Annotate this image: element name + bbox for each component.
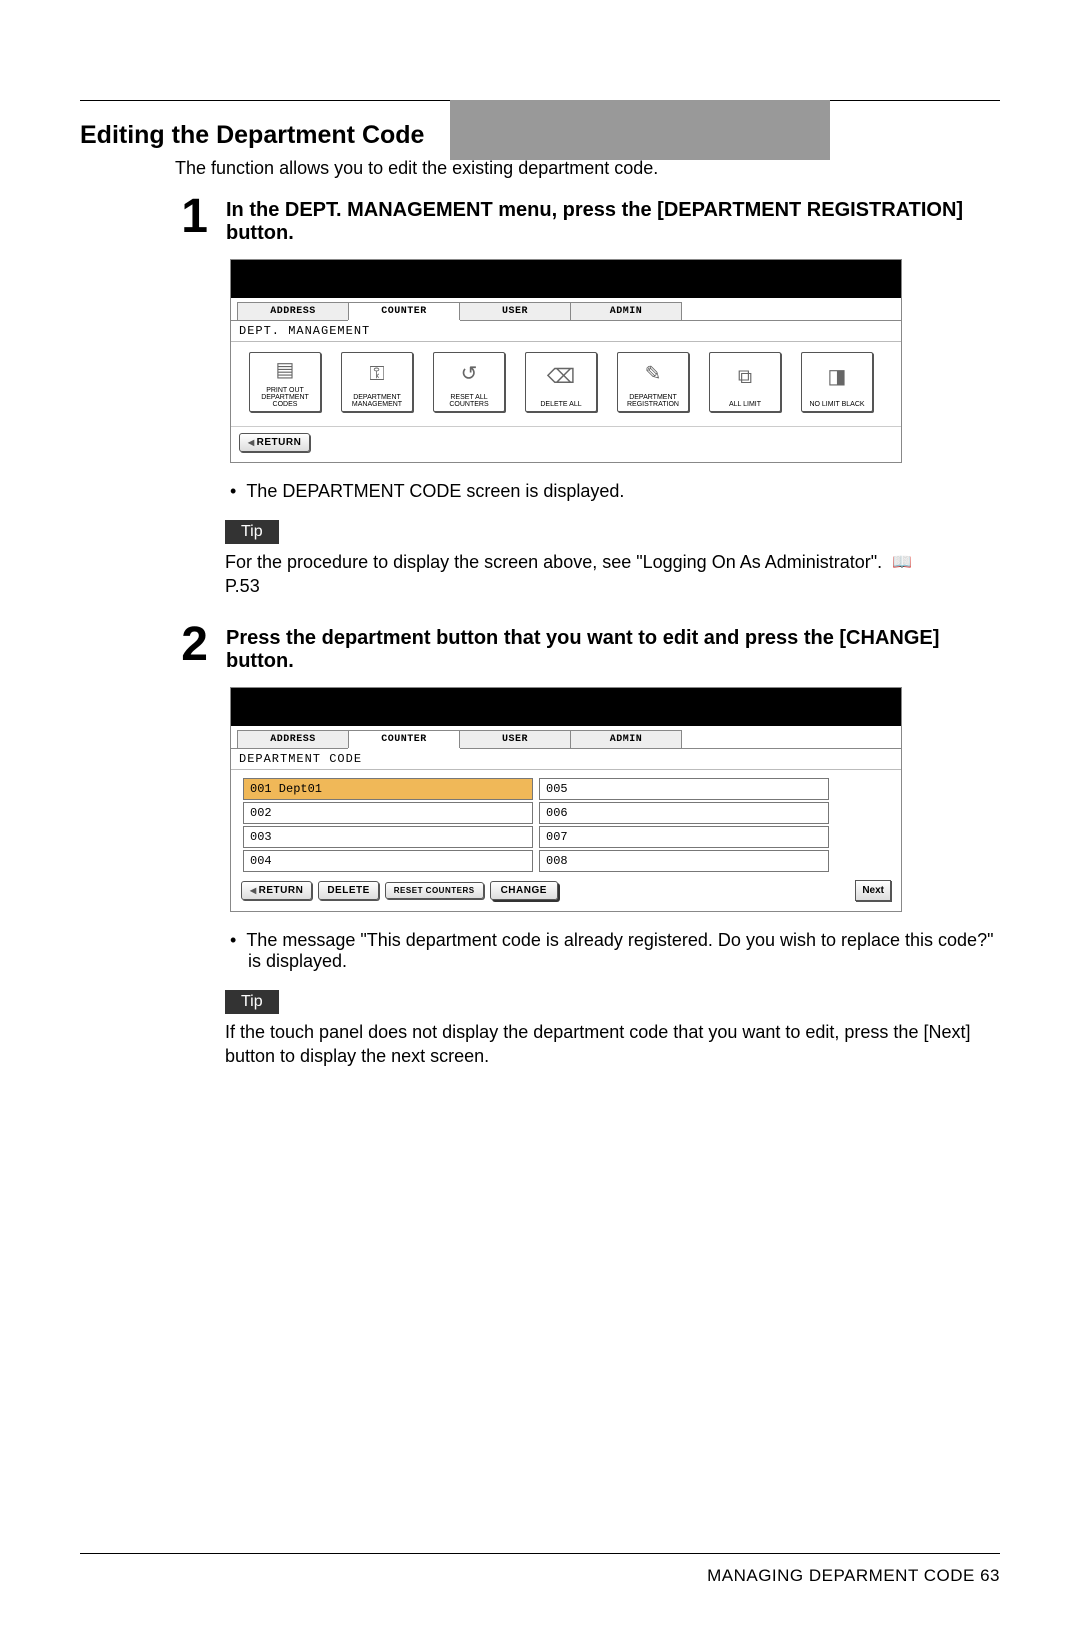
icon-label: RESET ALL COUNTERS: [434, 394, 504, 408]
document-list-icon: ▤: [276, 353, 295, 387]
icon-label: PRINT OUT DEPARTMENT CODES: [250, 387, 320, 408]
btn-no-limit-black[interactable]: ◨ NO LIMIT BLACK: [801, 352, 873, 412]
step-2-text: Press the department button that you wan…: [226, 627, 1000, 673]
step-1-number: 1: [148, 193, 208, 241]
tab-counter[interactable]: COUNTER: [348, 302, 460, 320]
icon-label: NO LIMIT BLACK: [809, 401, 864, 408]
limit-icon: ⧉: [738, 353, 752, 401]
book-reference-icon: 📖: [892, 552, 912, 574]
return-button[interactable]: RETURN: [241, 881, 312, 900]
header-gray-block: [450, 100, 830, 160]
step-1-text: In the DEPT. MANAGEMENT menu, press the …: [226, 199, 1000, 245]
screenshot-dept-code: ADDRESS COUNTER USER ADMIN DEPARTMENT CO…: [230, 687, 902, 912]
step-2: 2 Press the department button that you w…: [80, 621, 1000, 673]
tab-counter[interactable]: COUNTER: [348, 730, 460, 748]
dept-cell-007[interactable]: 007: [539, 826, 829, 848]
dept-cell-002[interactable]: 002: [243, 802, 533, 824]
btn-all-limit[interactable]: ⧉ ALL LIMIT: [709, 352, 781, 412]
change-button[interactable]: CHANGE: [490, 881, 558, 900]
eraser-icon: ⌫: [547, 353, 575, 401]
dept-column-right: 005 006 007 008: [539, 778, 829, 874]
tip-badge: Tip: [225, 990, 279, 1014]
dept-cell-003[interactable]: 003: [243, 826, 533, 848]
tab-user[interactable]: USER: [459, 302, 571, 320]
dept-cell-001[interactable]: 001 Dept01: [243, 778, 533, 800]
bullet-item: The DEPARTMENT CODE screen is displayed.: [230, 481, 1000, 502]
button-bar: RETURN DELETE RESET COUNTERS CHANGE Next: [231, 878, 901, 911]
icon-label: DEPARTMENT MANAGEMENT: [342, 394, 412, 408]
edit-list-icon: ✎: [645, 353, 662, 394]
tip-text: If the touch panel does not display the …: [225, 1020, 1000, 1069]
tab-user[interactable]: USER: [459, 730, 571, 748]
reset-counters-button[interactable]: RESET COUNTERS: [385, 882, 484, 899]
page-footer: MANAGING DEPARMENT CODE 63: [80, 1553, 1000, 1586]
breadcrumb-label: DEPARTMENT CODE: [231, 749, 901, 770]
icon-button-row: ▤ PRINT OUT DEPARTMENT CODES ⚿ DEPARTMEN…: [231, 342, 901, 426]
screenshot-tabs: ADDRESS COUNTER USER ADMIN: [231, 726, 901, 749]
bullet-list: The DEPARTMENT CODE screen is displayed.: [230, 481, 1000, 502]
tab-address[interactable]: ADDRESS: [237, 302, 349, 320]
step-1: 1 In the DEPT. MANAGEMENT menu, press th…: [80, 193, 1000, 245]
return-button[interactable]: RETURN: [239, 433, 310, 452]
next-button[interactable]: Next: [855, 880, 891, 901]
screenshot-black-strip: [231, 260, 901, 298]
icon-label: DELETE ALL: [540, 401, 581, 408]
button-bar: RETURN: [231, 426, 901, 462]
btn-reset-all-counters[interactable]: ↺ RESET ALL COUNTERS: [433, 352, 505, 412]
tab-address[interactable]: ADDRESS: [237, 730, 349, 748]
reset-icon: ↺: [461, 353, 478, 394]
btn-dept-management[interactable]: ⚿ DEPARTMENT MANAGEMENT: [341, 352, 413, 412]
dept-cell-008[interactable]: 008: [539, 850, 829, 872]
tab-admin[interactable]: ADMIN: [570, 302, 682, 320]
dept-cell-004[interactable]: 004: [243, 850, 533, 872]
bottom-horizontal-rule: [80, 1553, 1000, 1554]
tab-admin[interactable]: ADMIN: [570, 730, 682, 748]
footer-text: MANAGING DEPARMENT CODE 63: [80, 1566, 1000, 1586]
bullet-item: The message "This department code is alr…: [230, 930, 1000, 972]
screenshot-tabs: ADDRESS COUNTER USER ADMIN: [231, 298, 901, 321]
tip-text: For the procedure to display the screen …: [225, 550, 1000, 599]
department-grid: 001 Dept01 002 003 004 005 006 007 008: [231, 770, 901, 878]
btn-delete-all[interactable]: ⌫ DELETE ALL: [525, 352, 597, 412]
btn-print-out-codes[interactable]: ▤ PRINT OUT DEPARTMENT CODES: [249, 352, 321, 412]
screenshot-dept-management: ADDRESS COUNTER USER ADMIN DEPT. MANAGEM…: [230, 259, 902, 463]
dept-column-left: 001 Dept01 002 003 004: [243, 778, 533, 874]
btn-dept-registration[interactable]: ✎ DEPARTMENT REGISTRATION: [617, 352, 689, 412]
tip-text-a: For the procedure to display the screen …: [225, 552, 882, 572]
icon-label: DEPARTMENT REGISTRATION: [618, 394, 688, 408]
dept-cell-005[interactable]: 005: [539, 778, 829, 800]
color-block-icon: ◨: [828, 353, 847, 401]
bullet-list: The message "This department code is alr…: [230, 930, 1000, 972]
icon-label: ALL LIMIT: [729, 401, 761, 408]
intro-text: The function allows you to edit the exis…: [175, 158, 1000, 179]
delete-button[interactable]: DELETE: [318, 881, 378, 900]
dept-cell-006[interactable]: 006: [539, 802, 829, 824]
key-icon: ⚿: [369, 353, 384, 394]
tip-badge: Tip: [225, 520, 279, 544]
tip-text-b: P.53: [225, 576, 260, 596]
screenshot-black-strip: [231, 688, 901, 726]
step-2-number: 2: [148, 621, 208, 669]
breadcrumb-label: DEPT. MANAGEMENT: [231, 321, 901, 342]
